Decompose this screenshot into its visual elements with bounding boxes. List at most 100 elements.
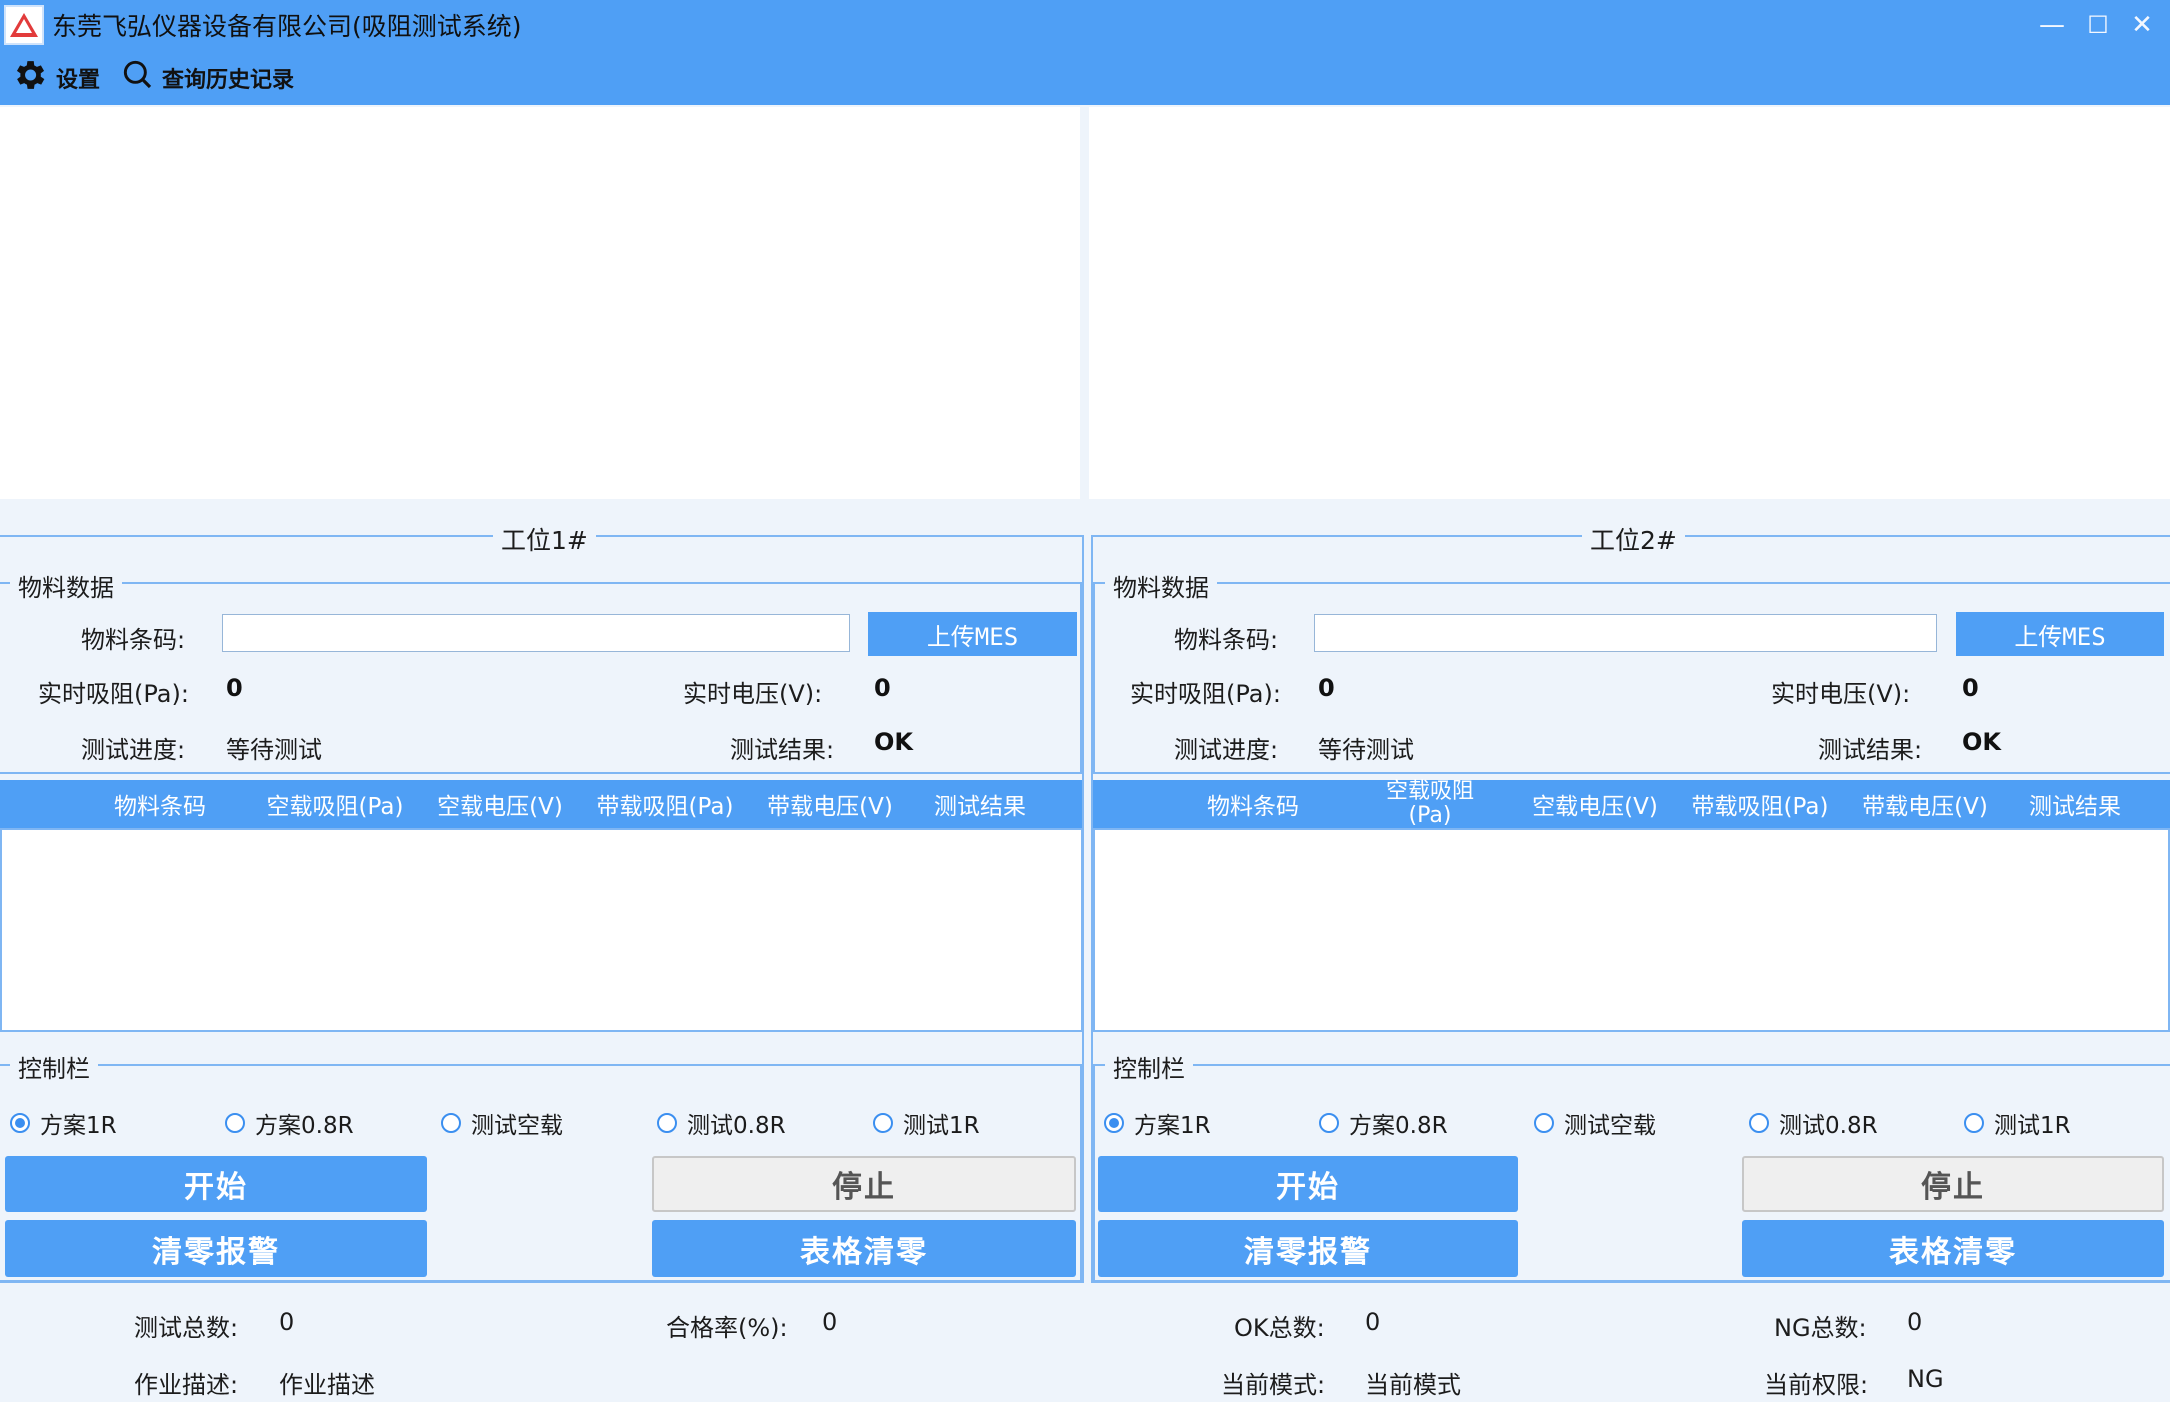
station1-radio-plan1r-label: 方案1R <box>40 1113 117 1139</box>
station1-material-title: 物料数据 <box>10 568 122 603</box>
station2-control-title: 控制栏 <box>1105 1049 1193 1084</box>
radio-unchecked-icon <box>225 1113 245 1133</box>
station1-radio-test08r[interactable]: 测试0.8R <box>657 1106 786 1140</box>
station2-material-title: 物料数据 <box>1105 568 1217 603</box>
menu-settings[interactable]: 设置 <box>10 58 100 98</box>
station2-radio-test-noload-label: 测试空载 <box>1564 1113 1656 1139</box>
minimize-button[interactable]: — <box>2032 8 2072 42</box>
total-tests-value: 0 <box>279 1308 295 1336</box>
station2-radio-plan08r[interactable]: 方案0.8R <box>1319 1106 1448 1140</box>
radio-checked-icon <box>1104 1113 1124 1133</box>
station1-col-load-voltage[interactable]: 带载电压(V) <box>755 780 905 828</box>
station2-table-body[interactable] <box>1093 828 2170 1032</box>
search-icon <box>122 59 154 97</box>
close-button[interactable]: ✕ <box>2122 8 2162 42</box>
station1-radio-test1r-label: 测试1R <box>903 1113 980 1139</box>
radio-unchecked-icon <box>873 1113 893 1133</box>
window-title: 东莞飞弘仪器设备有限公司(吸阻测试系统) <box>52 12 522 41</box>
current-mode-value: 当前模式 <box>1365 1371 1461 1399</box>
radio-unchecked-icon <box>1534 1113 1554 1133</box>
station1-radio-test-noload[interactable]: 测试空载 <box>441 1106 563 1140</box>
menu-history[interactable]: 查询历史记录 <box>122 58 294 98</box>
station1-resistance-label: 实时吸阻(Pa): <box>38 680 189 708</box>
station1-barcode-label: 物料条码: <box>81 626 186 654</box>
station2-col-noload-voltage[interactable]: 空载电压(V) <box>1520 780 1670 828</box>
station2-radio-plan08r-label: 方案0.8R <box>1349 1113 1448 1139</box>
station2-radio-test-noload[interactable]: 测试空载 <box>1534 1106 1656 1140</box>
ng-total-value: 0 <box>1907 1308 1923 1336</box>
app-logo-icon <box>4 5 44 45</box>
ok-total-value: 0 <box>1365 1308 1381 1336</box>
station1-stop-button[interactable]: 停止 <box>652 1156 1076 1212</box>
station1-image-view <box>0 107 1080 499</box>
station2-image-view <box>1089 107 2170 499</box>
station1-radio-test08r-label: 测试0.8R <box>687 1113 786 1139</box>
pass-rate-value: 0 <box>822 1308 838 1336</box>
menu-settings-label: 设置 <box>56 68 101 93</box>
ng-total-label: NG总数: <box>1774 1314 1867 1342</box>
station1-col-result[interactable]: 测试结果 <box>915 780 1045 828</box>
station1-col-noload-voltage[interactable]: 空载电压(V) <box>425 780 575 828</box>
station2-table-header: 物料条码 空载吸阻(Pa) 空载电压(V) 带载吸阻(Pa) 带载电压(V) 测… <box>1093 780 2170 828</box>
station2-radio-test1r[interactable]: 测试1R <box>1964 1106 2071 1140</box>
station1-clear-table-button[interactable]: 表格清零 <box>652 1220 1076 1277</box>
station1-col-noload-resistance[interactable]: 空载吸阻(Pa) <box>255 780 415 828</box>
station1-clear-alarm-button[interactable]: 清零报警 <box>5 1220 427 1277</box>
radio-checked-icon <box>10 1113 30 1133</box>
radio-unchecked-icon <box>441 1113 461 1133</box>
station2-col-result[interactable]: 测试结果 <box>2010 780 2140 828</box>
station2-barcode-input[interactable] <box>1314 614 1937 652</box>
maximize-button[interactable]: ☐ <box>2078 8 2118 42</box>
station2-upload-mes-button[interactable]: 上传MES <box>1956 612 2164 656</box>
station1-title: 工位1# <box>493 521 596 557</box>
menu-history-label: 查询历史记录 <box>162 68 295 93</box>
station1-result-value: OK <box>874 728 913 756</box>
station1-radio-plan08r[interactable]: 方案0.8R <box>225 1106 354 1140</box>
station2-radio-plan1r[interactable]: 方案1R <box>1104 1106 1211 1140</box>
station1-start-button[interactable]: 开始 <box>5 1156 427 1212</box>
station2-voltage-value: 0 <box>1962 674 1979 702</box>
station1-radio-plan08r-label: 方案0.8R <box>255 1113 354 1139</box>
station2-radio-test1r-label: 测试1R <box>1994 1113 2071 1139</box>
station1-upload-mes-button[interactable]: 上传MES <box>868 612 1077 656</box>
radio-unchecked-icon <box>1749 1113 1769 1133</box>
station1-progress-label: 测试进度: <box>81 736 186 764</box>
station2-voltage-label: 实时电压(V): <box>1771 680 1911 708</box>
job-description-label: 作业描述: <box>134 1371 239 1399</box>
station2-col-load-voltage[interactable]: 带载电压(V) <box>1850 780 2000 828</box>
radio-unchecked-icon <box>1964 1113 1984 1133</box>
station1-radio-test-noload-label: 测试空载 <box>471 1113 563 1139</box>
station1-radio-test1r[interactable]: 测试1R <box>873 1106 980 1140</box>
station1-col-load-resistance[interactable]: 带载吸阻(Pa) <box>585 780 745 828</box>
radio-unchecked-icon <box>657 1113 677 1133</box>
station2-stop-button[interactable]: 停止 <box>1742 1156 2164 1212</box>
station2-result-value: OK <box>1962 728 2001 756</box>
station1-resistance-value: 0 <box>226 674 243 702</box>
station2-start-button[interactable]: 开始 <box>1098 1156 1518 1212</box>
station2-result-label: 测试结果: <box>1818 736 1923 764</box>
station2-clear-alarm-button[interactable]: 清零报警 <box>1098 1220 1518 1277</box>
station1-voltage-label: 实时电压(V): <box>683 680 823 708</box>
current-permission-label: 当前权限: <box>1764 1371 1869 1399</box>
station2-col-barcode[interactable]: 物料条码 <box>1183 780 1323 828</box>
radio-unchecked-icon <box>1319 1113 1339 1133</box>
station1-voltage-value: 0 <box>874 674 891 702</box>
station1-table-body[interactable] <box>0 828 1083 1032</box>
station2-radio-test08r-label: 测试0.8R <box>1779 1113 1878 1139</box>
station2-radio-test08r[interactable]: 测试0.8R <box>1749 1106 1878 1140</box>
station2-clear-table-button[interactable]: 表格清零 <box>1742 1220 2164 1277</box>
station2-resistance-value: 0 <box>1318 674 1335 702</box>
station1-control-title: 控制栏 <box>10 1049 98 1084</box>
pass-rate-label: 合格率(%): <box>666 1314 788 1342</box>
station2-progress-label: 测试进度: <box>1174 736 1279 764</box>
station2-col-noload-resistance[interactable]: 空载吸阻(Pa) <box>1375 780 1485 828</box>
station2-progress-value: 等待测试 <box>1318 736 1414 764</box>
station1-col-barcode[interactable]: 物料条码 <box>90 780 230 828</box>
station2-barcode-label: 物料条码: <box>1174 626 1279 654</box>
station1-radio-plan1r[interactable]: 方案1R <box>10 1106 117 1140</box>
current-permission-value: NG <box>1907 1365 1944 1393</box>
menu-bar <box>0 51 2170 105</box>
station1-progress-value: 等待测试 <box>226 736 322 764</box>
station2-col-load-resistance[interactable]: 带载吸阻(Pa) <box>1680 780 1840 828</box>
station1-barcode-input[interactable] <box>222 614 850 652</box>
